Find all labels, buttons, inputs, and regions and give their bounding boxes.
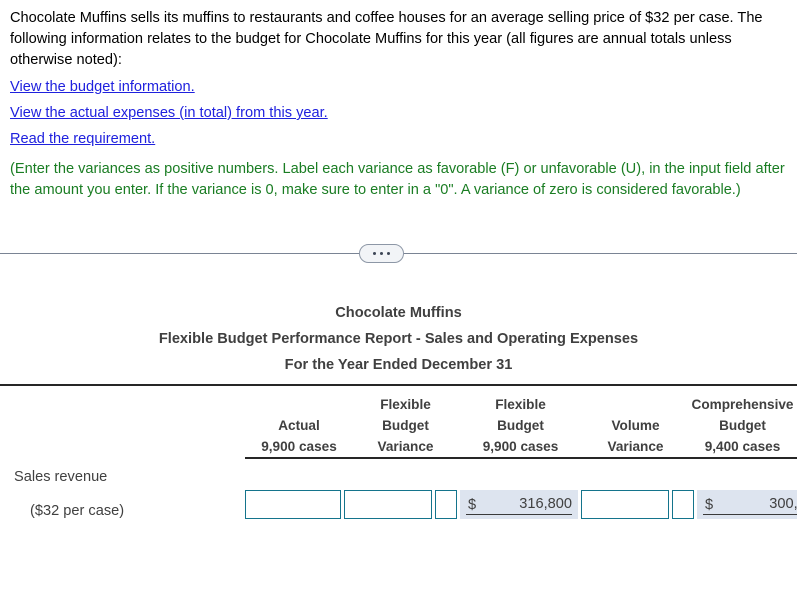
row-label-cell: Sales revenue ($32 per case) <box>0 466 245 522</box>
volume-variance-input[interactable] <box>581 490 669 519</box>
link-read-requirement[interactable]: Read the requirement. <box>10 129 155 150</box>
row-label-sales-revenue: Sales revenue <box>14 469 108 485</box>
actual-sales-revenue-input[interactable] <box>245 490 341 519</box>
link-view-actual-expenses[interactable]: View the actual expenses (in total) from… <box>10 103 328 124</box>
column-header-volume-variance: Volume Variance <box>583 394 688 457</box>
column-header-comprehensive-budget: Comprehensive Budget 9,400 cases <box>688 394 797 457</box>
column-header-volvar-line2: Volume <box>611 418 660 433</box>
dot-2 <box>380 252 383 255</box>
column-header-actual: Actual 9,900 cases <box>245 394 353 457</box>
comprehensive-budget-amount: 300,800 <box>769 496 797 512</box>
report-period: For the Year Ended December 31 <box>284 357 513 373</box>
ellipsis-horizontal-icon[interactable] <box>359 244 404 263</box>
variance-entry-instructions: (Enter the variances as positive numbers… <box>10 161 785 198</box>
column-header-compbudget-line3: 9,400 cases <box>704 439 781 454</box>
flexible-budget-variance-input[interactable] <box>344 490 432 519</box>
column-header-fbudget-line1: Flexible <box>495 397 546 412</box>
column-header-flexible-budget: Flexible Budget 9,900 cases <box>458 394 583 457</box>
header-spacer-cell <box>0 394 245 457</box>
flexible-budget-value-cell: $ 316,800 <box>460 490 578 519</box>
flexible-budget-variance-flag-input[interactable] <box>435 490 457 519</box>
report-title: Flexible Budget Performance Report - Sal… <box>158 331 639 347</box>
dot-1 <box>373 252 376 255</box>
problem-statement-block: Chocolate Muffins sells its muffins to r… <box>0 0 797 201</box>
column-header-flexible-budget-variance: Flexible Budget Variance <box>353 394 458 457</box>
column-header-fbudget-line3: 9,900 cases <box>482 439 559 454</box>
volume-variance-flag-input[interactable] <box>672 490 694 519</box>
row-sublabel-price-per-case: ($32 per case) <box>30 503 125 519</box>
column-header-fbvar-line2: Budget <box>382 418 429 433</box>
comprehensive-budget-value-cell: $ 300,800 <box>697 490 797 519</box>
column-header-fbvar-line1: Flexible <box>380 397 431 412</box>
column-header-compbudget-line2: Budget <box>719 418 766 433</box>
column-header-fbvar-line3: Variance <box>377 439 434 454</box>
row-input-fields: $ 316,800 $ 300,800 <box>245 466 797 519</box>
comprehensive-budget-currency-symbol: $ <box>705 496 714 513</box>
report-column-headers: Actual 9,900 cases Flexible Budget Varia… <box>0 386 797 457</box>
column-header-volvar-line3: Variance <box>607 439 664 454</box>
column-header-actual-line2: Actual <box>278 418 320 433</box>
dot-3 <box>387 252 390 255</box>
flexible-budget-currency-symbol: $ <box>468 496 477 513</box>
flexible-budget-report: Chocolate Muffins Flexible Budget Perfor… <box>0 300 797 522</box>
column-header-fbudget-line2: Budget <box>497 418 544 433</box>
flexible-budget-amount: 316,800 <box>519 496 572 512</box>
column-header-actual-line3: 9,900 cases <box>261 439 337 454</box>
report-company-name: Chocolate Muffins <box>335 305 462 321</box>
column-header-compbudget-line1: Comprehensive <box>691 397 794 412</box>
link-view-budget-information[interactable]: View the budget information. <box>10 77 195 98</box>
section-divider <box>0 240 797 268</box>
problem-intro-text: Chocolate Muffins sells its muffins to r… <box>10 10 763 68</box>
table-row-sales-revenue: Sales revenue ($32 per case) $ 316,800 $… <box>0 459 797 522</box>
